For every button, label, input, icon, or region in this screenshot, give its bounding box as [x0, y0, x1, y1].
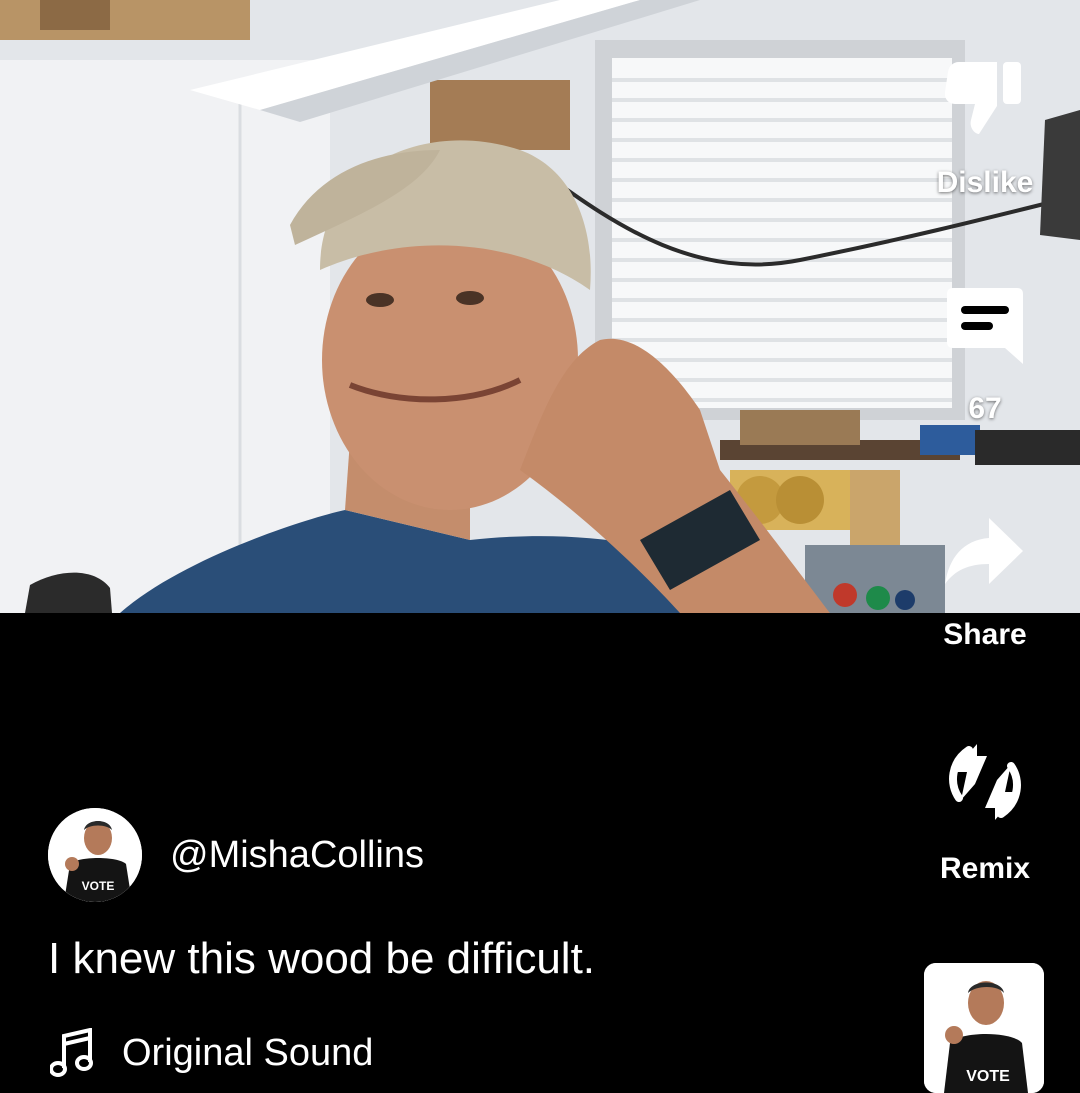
- remix-button[interactable]: Remix: [915, 740, 1055, 886]
- channel-row[interactable]: VOTE @MishaCollins: [48, 808, 424, 902]
- sound-thumbnail-image: VOTE: [924, 963, 1044, 1093]
- sound-thumbnail[interactable]: VOTE: [924, 963, 1044, 1093]
- channel-avatar[interactable]: VOTE: [48, 808, 142, 902]
- comments-button[interactable]: 67: [915, 286, 1055, 426]
- thumb-shirt-text: VOTE: [966, 1068, 1010, 1085]
- comment-icon: [947, 288, 1023, 364]
- remix-label: Remix: [939, 852, 1031, 885]
- share-label: Share: [943, 618, 1027, 651]
- channel-handle[interactable]: @MishaCollins: [170, 834, 424, 877]
- avatar-image: VOTE: [48, 808, 142, 902]
- dislike-label: Dislike: [936, 166, 1034, 199]
- remix-icon: [949, 744, 1021, 820]
- dislike-button[interactable]: Dislike: [915, 58, 1055, 200]
- sound-link[interactable]: Original Sound: [50, 1028, 373, 1078]
- comments-count: 67: [968, 392, 1002, 425]
- share-button[interactable]: Share: [915, 518, 1055, 652]
- sound-name[interactable]: Original Sound: [122, 1032, 373, 1075]
- share-icon: [945, 518, 1023, 584]
- avatar-shirt-text: VOTE: [82, 879, 115, 893]
- music-note-icon: [50, 1028, 93, 1077]
- video-caption: I knew this wood be difficult.: [48, 934, 596, 983]
- dislike-icon: [945, 62, 1021, 134]
